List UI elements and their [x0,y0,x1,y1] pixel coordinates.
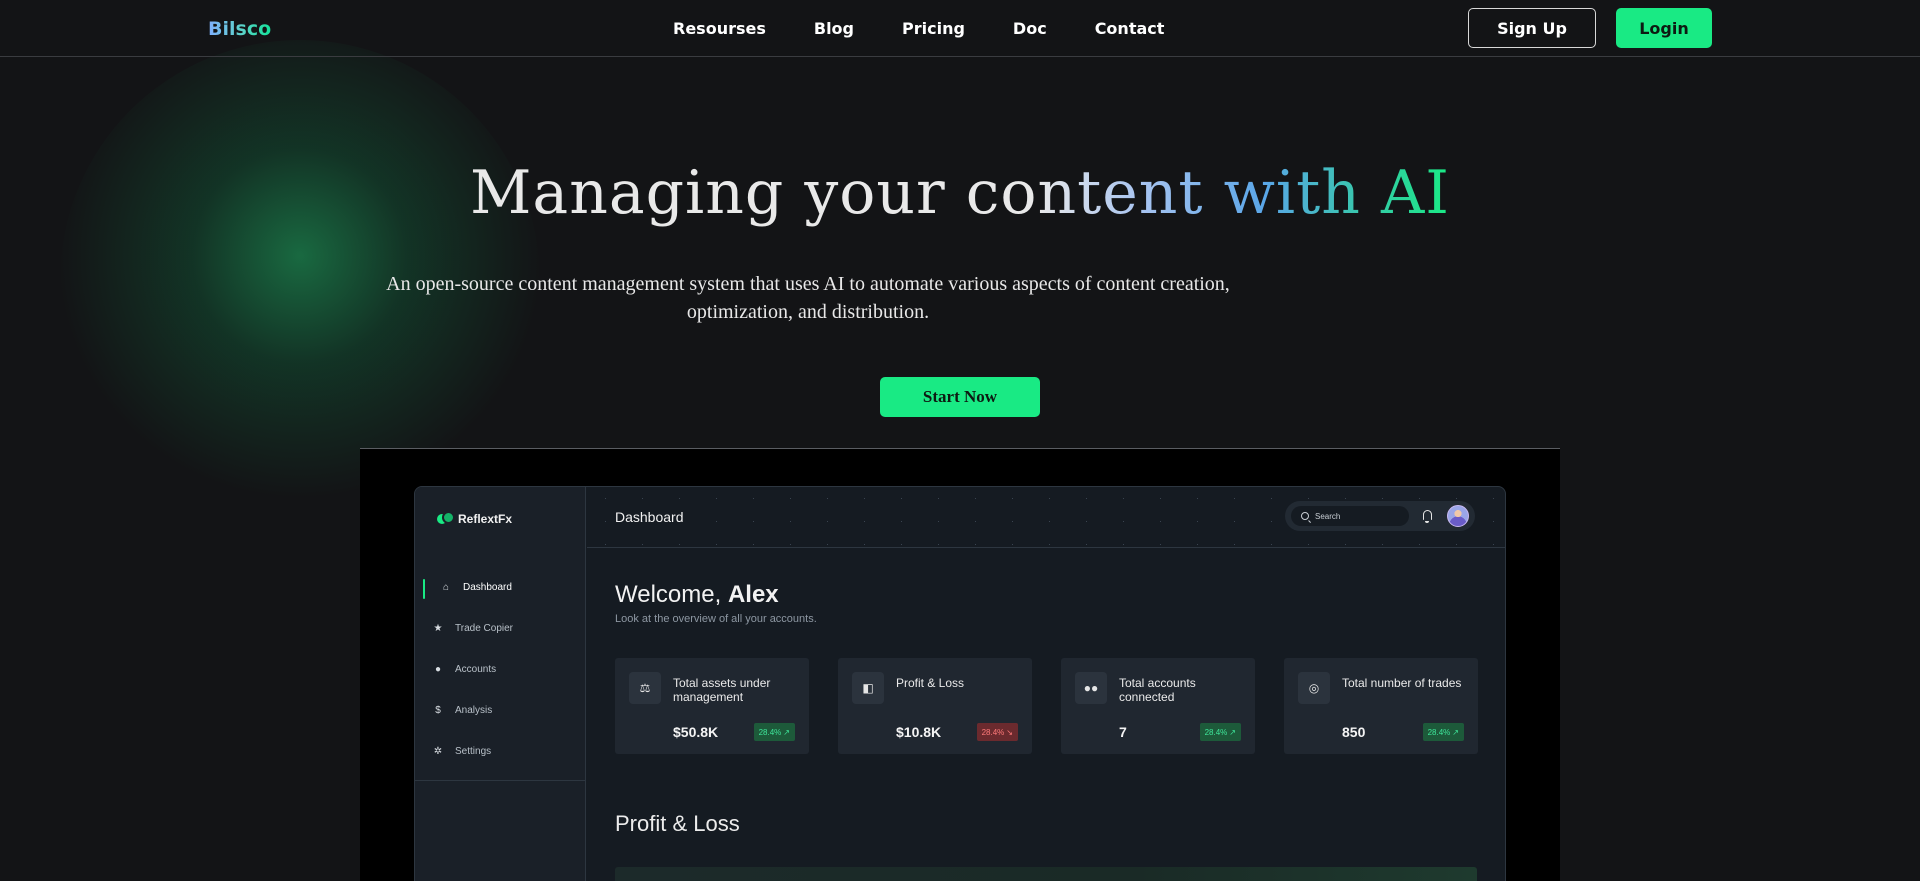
site-logo[interactable]: Bilsco [208,18,271,40]
nav-link-contact[interactable]: Contact [1095,19,1165,38]
stat-card-profit-loss[interactable]: ◧ Profit & Loss $10.8K 28.4% ↘ [838,658,1032,754]
welcome-name: Alex [727,581,779,608]
hero-title: Managing your content with AI [0,158,1920,228]
dollar-icon: $ [435,705,441,716]
welcome-subtitle: Look at the overview of all your account… [615,613,817,625]
star-icon: ★ [433,623,443,634]
dashboard-preview: ReflextFx ⌂ Dashboard ★ Trade Copier ● A… [414,486,1506,881]
stat-card-assets[interactable]: ⚖ Total assets under management $50.8K 2… [615,658,809,754]
nav-link-doc[interactable]: Doc [1013,19,1047,38]
arrow-up-right-icon: ↗ [1229,727,1236,737]
coin-icon: ◎ [1298,672,1330,704]
trend-badge: 28.4% ↘ [976,723,1018,741]
trend-badge: 28.4% ↗ [753,723,795,741]
badge-value: 28.4% [758,727,782,737]
badge-value: 28.4% [981,727,1005,737]
stat-card-trades[interactable]: ◎ Total number of trades 850 28.4% ↗ [1284,658,1478,754]
home-icon: ⌂ [442,582,450,593]
hero-subtitle: An open-source content management system… [386,273,1230,323]
top-navbar: Bilsco Resourses Blog Pricing Doc Contac… [0,0,1920,57]
sidebar-item-label: Dashboard [463,582,512,593]
brand-name: ReflextFx [458,511,513,526]
profit-loss-chart-area [615,867,1477,881]
sidebar-item-settings[interactable]: ✲ Settings [415,731,586,772]
search-icon [1301,512,1309,520]
tag-icon: ◧ [852,672,884,704]
stat-label: Total number of trades [1342,676,1462,690]
nav-link-blog[interactable]: Blog [814,19,854,38]
nav-link-pricing[interactable]: Pricing [902,19,965,38]
hero-title-gradient: ntent with AI [1037,158,1450,228]
stat-label: Profit & Loss [896,676,965,690]
start-now-button[interactable]: Start Now [880,377,1040,417]
nav-links: Resourses Blog Pricing Doc Contact [673,19,1164,38]
dashboard-main: Welcome, Alex Look at the overview of al… [587,549,1505,881]
brand-logo-icon [437,511,455,526]
search-input[interactable] [1315,511,1395,521]
scale-icon: ⚖ [629,672,661,704]
sidebar-item-label: Trade Copier [455,623,513,634]
stat-value: 7 [1119,724,1127,740]
section-title: Profit & Loss [615,811,740,836]
stat-label: Total accounts connected [1119,676,1196,704]
gear-icon: ✲ [433,746,443,757]
app-sidebar: ReflextFx ⌂ Dashboard ★ Trade Copier ● A… [415,487,586,881]
trend-badge: 28.4% ↗ [1199,723,1241,741]
badge-value: 28.4% [1427,727,1451,737]
stat-value: $10.8K [896,724,942,740]
welcome-prefix: Welcome, [615,581,722,608]
app-brand[interactable]: ReflextFx [437,511,512,526]
arrow-up-right-icon: ↗ [1452,727,1459,737]
users-icon: ●● [1075,672,1107,704]
sidebar-item-dashboard[interactable]: ⌂ Dashboard [415,567,586,608]
sidebar-divider [415,780,586,781]
hero-title-plain: Managing your co [470,158,1038,228]
badge-value: 28.4% [1204,727,1228,737]
page-title: Dashboard [615,509,684,525]
arrow-up-right-icon: ↗ [783,727,790,737]
stat-value: $50.8K [673,724,719,740]
stat-card-accounts[interactable]: ●● Total accounts connected 7 28.4% ↗ [1061,658,1255,754]
welcome-heading: Welcome, Alex [615,581,779,609]
trend-badge: 28.4% ↗ [1422,723,1464,741]
sidebar-item-analysis[interactable]: $ Analysis [415,690,586,731]
stat-value: 850 [1342,724,1366,740]
user-icon: ● [434,664,442,675]
topbar-actions [1285,501,1475,531]
sidebar-item-label: Accounts [455,664,497,675]
nav-link-resources[interactable]: Resourses [673,19,766,38]
arrow-down-right-icon: ↘ [1006,727,1013,737]
sidebar-menu: ⌂ Dashboard ★ Trade Copier ● Accounts $ … [415,567,586,772]
avatar[interactable] [1447,505,1469,527]
sidebar-item-accounts[interactable]: ● Accounts [415,649,586,690]
app-topbar: Dashboard [587,487,1505,548]
login-button[interactable]: Login [1616,8,1712,48]
sign-up-button[interactable]: Sign Up [1468,8,1596,48]
search-box [1291,506,1409,526]
stat-label: Total assets under management [673,676,771,704]
sidebar-item-trade-copier[interactable]: ★ Trade Copier [415,608,586,649]
stats-cards: ⚖ Total assets under management $50.8K 2… [615,658,1478,754]
sidebar-item-label: Analysis [455,705,493,716]
bell-icon[interactable] [1423,510,1432,523]
sidebar-item-label: Settings [455,746,492,757]
